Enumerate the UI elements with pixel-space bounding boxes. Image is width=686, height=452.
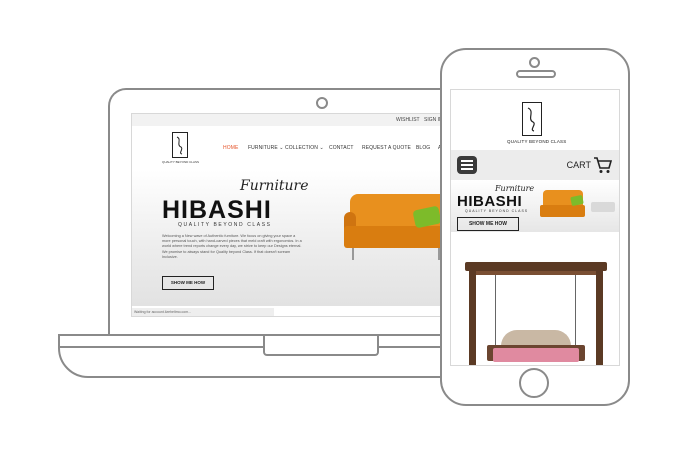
phone-home-button[interactable] (519, 368, 549, 398)
hero-title: HIBASHI (162, 196, 272, 224)
swing-image-post (469, 270, 476, 365)
nav-request-quote[interactable]: REQUEST A QUOTE (362, 145, 411, 151)
mobile-side-table (591, 202, 615, 212)
nav-furniture[interactable]: FURNITURE ⌄ (248, 145, 284, 151)
hamburger-menu-icon[interactable] (457, 156, 477, 174)
sofa-leg (352, 248, 354, 260)
cart-label[interactable]: CART (567, 160, 591, 170)
hero-subtitle: QUALITY BEYOND CLASS (178, 222, 272, 228)
mobile-hero-title: HIBASHI (457, 193, 523, 210)
mobile-hero-subtitle: QUALITY BEYOND CLASS (465, 209, 529, 213)
browser-status-bar: Waiting for account.lizeheltmo.com... (132, 308, 274, 316)
laptop-camera (316, 97, 328, 109)
phone-speaker (516, 70, 556, 78)
hero-body: Welcoming a New wave of Authentic furnit… (162, 234, 302, 259)
mobile-sofa-image-seat (540, 205, 585, 217)
hibashi-logo-icon[interactable] (172, 132, 188, 158)
mobile-hero-script: Furniture (495, 184, 535, 193)
swing-chain (575, 275, 576, 347)
sofa-image-seat (344, 226, 450, 248)
logo-tagline: QUALITY BEYOND CLASS (162, 160, 199, 164)
wishlist-link[interactable]: WISHLIST (396, 117, 420, 123)
mobile-show-me-how-button[interactable]: SHOW ME HOW (457, 217, 519, 231)
shopping-cart-icon[interactable] (593, 155, 613, 175)
show-me-how-button[interactable]: SHOW ME HOW (162, 276, 214, 290)
nav-collection[interactable]: COLLECTION ⌄ (285, 145, 324, 151)
swing-image-backrest (501, 330, 571, 346)
mobile-header-bar: CART (451, 150, 619, 180)
swing-image-cushion (493, 348, 579, 362)
swing-image-beam (465, 262, 607, 271)
swing-chain (495, 275, 496, 347)
nav-blog[interactable]: BLOG (416, 145, 430, 151)
nav-contact[interactable]: CONTACT (329, 145, 354, 151)
swing-image-beam-trim (473, 271, 599, 275)
logo-tagline: QUALITY BEYOND CLASS (507, 139, 567, 144)
hibashi-logo-icon[interactable] (522, 102, 542, 136)
laptop-trackpad-notch (263, 336, 379, 356)
laptop-topbar: WISHLIST SIGN IN (132, 114, 452, 126)
phone-screen: QUALITY BEYOND CLASS CART Furniture HIBA… (450, 89, 620, 366)
nav-home[interactable]: HOME (223, 145, 238, 151)
laptop-screen: WISHLIST SIGN IN QUALITY BEYOND CLASS HO… (131, 113, 453, 317)
hero-script: Furniture (240, 178, 309, 194)
swing-image-post (596, 270, 603, 365)
phone-camera (529, 57, 540, 68)
